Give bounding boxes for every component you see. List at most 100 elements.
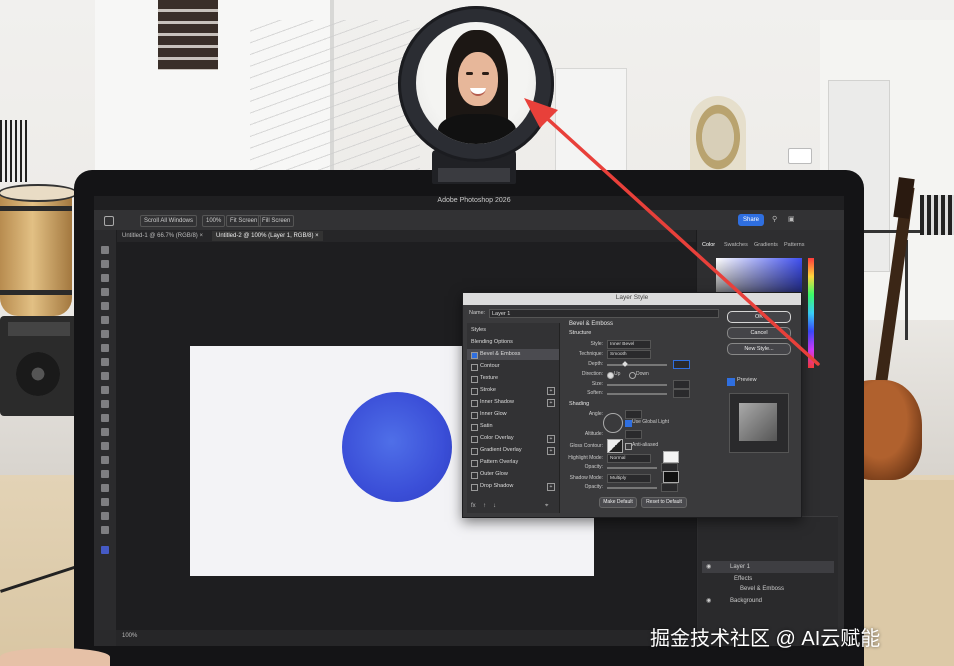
soften-input[interactable] (673, 389, 690, 398)
altitude-input[interactable] (625, 430, 642, 439)
scroll-all-windows-checkbox[interactable]: Scroll All Windows (140, 215, 198, 227)
add-style-icon[interactable]: + (547, 447, 555, 455)
style-checkbox[interactable] (471, 484, 478, 491)
depth-slider[interactable] (607, 364, 667, 366)
add-style-icon[interactable]: + (547, 387, 555, 395)
layer-row-bevel[interactable]: Bevel & Emboss (702, 583, 834, 595)
style-checkbox[interactable] (471, 352, 478, 359)
ok-button[interactable]: OK (727, 311, 791, 323)
dialog-titlebar[interactable]: Layer Style (463, 293, 801, 305)
pen-tool-icon[interactable] (101, 456, 109, 464)
soften-slider[interactable] (607, 393, 667, 395)
dodge-tool-icon[interactable] (101, 442, 109, 450)
fit-screen-button[interactable]: Fit Screen (226, 215, 262, 227)
eye-icon[interactable]: ◉ (706, 595, 711, 607)
style-checkbox[interactable] (471, 400, 478, 407)
type-tool-icon[interactable] (101, 470, 109, 478)
move-tool-icon[interactable] (101, 246, 109, 254)
size-input[interactable] (673, 380, 690, 389)
tab-color[interactable]: Color (702, 242, 715, 248)
zoom-tool-icon[interactable] (101, 526, 109, 534)
tab-gradients[interactable]: Gradients (754, 242, 778, 248)
add-style-icon[interactable]: + (547, 399, 555, 407)
path-selection-tool-icon[interactable] (101, 484, 109, 492)
anti-aliased-checkbox[interactable] (625, 443, 632, 450)
preview-checkbox[interactable] (727, 378, 735, 386)
zoom-100-button[interactable]: 100% (202, 215, 226, 227)
direction-down-radio[interactable] (629, 372, 636, 379)
style-checkbox[interactable] (471, 424, 478, 431)
style-item[interactable]: Color Overlay + (467, 433, 559, 444)
shadow-mode-select[interactable]: Multiply (607, 474, 651, 483)
gradient-tool-icon[interactable] (101, 414, 109, 422)
highlight-color-swatch[interactable] (663, 451, 679, 463)
style-checkbox[interactable] (471, 460, 478, 467)
layer-row-background[interactable]: ◉ Background (702, 595, 834, 607)
style-item[interactable]: Inner Glow (467, 409, 559, 420)
style-item[interactable]: Gradient Overlay + (467, 445, 559, 456)
crop-tool-icon[interactable] (101, 302, 109, 310)
style-checkbox[interactable] (471, 472, 478, 479)
style-checkbox[interactable] (471, 376, 478, 383)
bevel-style-select[interactable]: Inner Bevel (607, 340, 651, 349)
style-item[interactable]: Texture (467, 373, 559, 384)
style-checkbox[interactable] (471, 412, 478, 419)
style-item[interactable]: Blending Options (467, 337, 559, 348)
share-button[interactable]: Share (738, 214, 764, 226)
object-select-tool-icon[interactable] (101, 288, 109, 296)
eye-icon[interactable]: ◉ (706, 561, 711, 573)
layer-row-layer-1[interactable]: ◉ Layer 1 (702, 561, 834, 573)
style-item[interactable]: Styles (467, 325, 559, 336)
style-item[interactable]: Satin (467, 421, 559, 432)
style-checkbox[interactable] (471, 388, 478, 395)
style-checkbox[interactable] (471, 448, 478, 455)
add-style-icon[interactable]: + (547, 483, 555, 491)
style-item[interactable]: Stroke + (467, 385, 559, 396)
tab-untitled-2[interactable]: Untitled-2 @ 100% (Layer 1, RGB/8) × (212, 231, 323, 241)
style-item[interactable]: Outer Glow (467, 469, 559, 480)
home-icon[interactable] (104, 216, 114, 226)
delete-icon[interactable]: ⌖ (545, 503, 548, 510)
hand-tool-icon[interactable] (101, 512, 109, 520)
lasso-tool-icon[interactable] (101, 274, 109, 282)
clone-stamp-tool-icon[interactable] (101, 372, 109, 380)
make-default-button[interactable]: Make Default (599, 497, 637, 508)
frame-tool-icon[interactable] (101, 316, 109, 324)
blur-tool-icon[interactable] (101, 428, 109, 436)
style-item[interactable]: Drop Shadow + (467, 481, 559, 492)
angle-dial[interactable] (603, 413, 623, 433)
fill-screen-button[interactable]: Fill Screen (258, 215, 295, 227)
technique-select[interactable]: Smooth (607, 350, 651, 359)
fx-icon[interactable]: fx (471, 503, 476, 509)
style-item[interactable]: Pattern Overlay (467, 457, 559, 468)
layer-name-input[interactable]: Layer 1 (489, 309, 719, 318)
blue-circle-shape[interactable] (342, 392, 452, 502)
gloss-contour-picker[interactable] (607, 439, 623, 453)
healing-brush-tool-icon[interactable] (101, 344, 109, 352)
marquee-tool-icon[interactable] (101, 260, 109, 268)
style-item[interactable]: Inner Shadow + (467, 397, 559, 408)
tab-untitled-1[interactable]: Untitled-1 @ 66.7% (RGB/8) × (118, 231, 207, 241)
style-checkbox[interactable] (471, 436, 478, 443)
add-style-icon[interactable]: + (547, 435, 555, 443)
angle-input[interactable] (625, 410, 642, 419)
workspace-icon[interactable]: ▣ (788, 215, 795, 223)
direction-up-radio[interactable] (607, 372, 614, 379)
brush-tool-icon[interactable] (101, 358, 109, 366)
history-brush-tool-icon[interactable] (101, 386, 109, 394)
new-style-button[interactable]: New Style... (727, 343, 791, 355)
shape-tool-icon[interactable] (101, 498, 109, 506)
search-icon[interactable]: ⚲ (772, 215, 777, 223)
shadow-opacity-input[interactable] (661, 483, 678, 492)
move-up-icon[interactable]: ↑ (483, 503, 486, 509)
style-item[interactable]: Bevel & Emboss (467, 349, 559, 360)
tab-patterns[interactable]: Patterns (784, 242, 804, 248)
depth-input[interactable] (673, 360, 690, 369)
global-light-checkbox[interactable] (625, 420, 632, 427)
shadow-opacity-slider[interactable] (607, 487, 657, 489)
shadow-color-swatch[interactable] (663, 471, 679, 483)
eyedropper-tool-icon[interactable] (101, 330, 109, 338)
reset-to-default-button[interactable]: Reset to Default (641, 497, 687, 508)
tab-swatches[interactable]: Swatches (724, 242, 748, 248)
foreground-color-swatch[interactable] (101, 546, 109, 554)
